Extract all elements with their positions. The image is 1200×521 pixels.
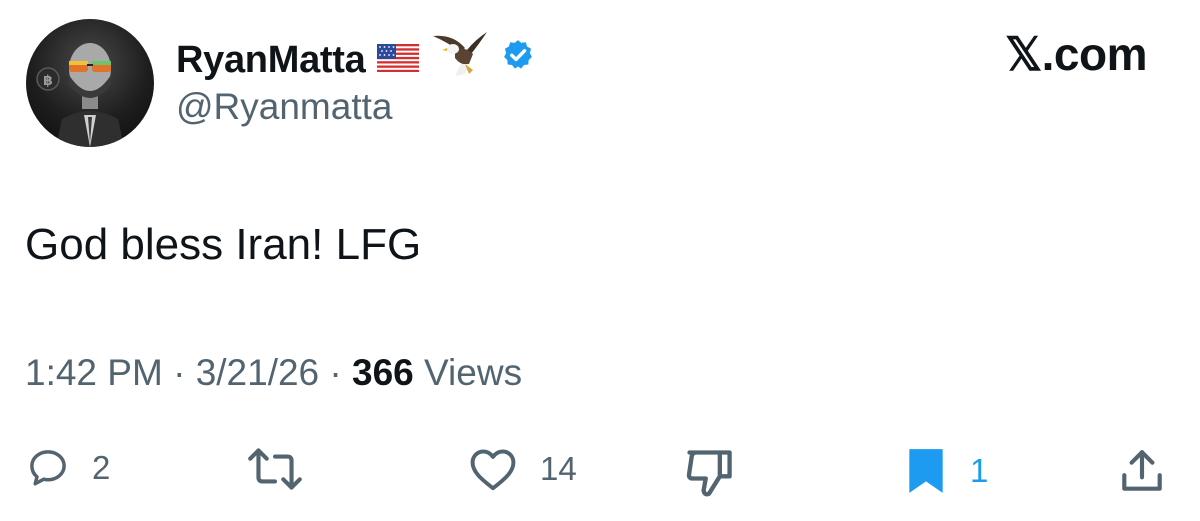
views-count: 366 xyxy=(352,352,414,393)
like-count: 14 xyxy=(540,450,577,487)
tweet-time[interactable]: 1:42 PM xyxy=(25,352,163,393)
bookmark-icon xyxy=(909,449,943,493)
bookmark-button[interactable]: 1 xyxy=(904,446,988,496)
like-button[interactable]: 14 xyxy=(468,446,577,492)
tweet-meta: 1:42 PM · 3/21/26 · 366 Views xyxy=(25,352,522,394)
bookmark-count: 1 xyxy=(970,452,989,489)
author-handle[interactable]: @Ryanmatta xyxy=(176,86,392,128)
reply-button[interactable]: 2 xyxy=(26,446,110,490)
heart-icon xyxy=(470,449,516,491)
svg-text:฿: ฿ xyxy=(43,73,53,89)
x-brand-logo: 𝕏.com xyxy=(1005,28,1147,80)
reply-icon xyxy=(30,450,66,486)
share-button[interactable] xyxy=(1117,446,1167,496)
thumbs-down-icon xyxy=(686,450,732,497)
author-display-name[interactable]: RyanMatta xyxy=(176,39,366,82)
reply-count: 2 xyxy=(92,449,111,486)
avatar[interactable]: ฿ xyxy=(26,19,154,147)
meta-separator: · xyxy=(173,352,196,393)
repost-icon xyxy=(248,448,302,490)
eagle-icon xyxy=(431,30,489,90)
views-label: Views xyxy=(424,352,523,393)
tweet-date[interactable]: 3/21/26 xyxy=(196,352,319,393)
repost-button[interactable] xyxy=(244,446,328,492)
verified-badge-icon xyxy=(501,38,535,82)
us-flag-icon xyxy=(377,39,420,82)
meta-separator: · xyxy=(329,352,353,393)
author-name-row[interactable]: RyanMatta xyxy=(176,30,535,90)
avatar-image: ฿ xyxy=(36,43,124,147)
dislike-button[interactable] xyxy=(680,446,738,498)
tweet-text: God bless Iran! LFG xyxy=(25,220,422,269)
share-icon xyxy=(1122,450,1162,491)
